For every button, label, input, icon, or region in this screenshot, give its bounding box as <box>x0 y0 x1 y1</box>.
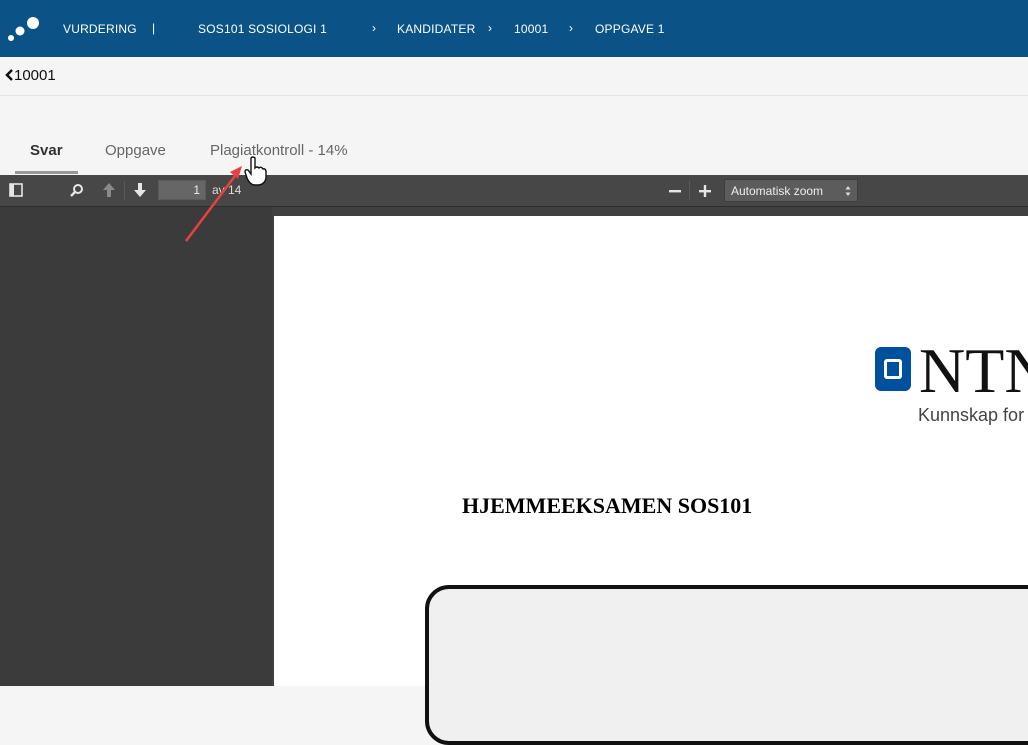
nav-kandidater[interactable]: KANDIDATER <box>397 22 475 36</box>
ntnu-logo-text: NTN <box>919 335 1028 406</box>
nav-separator: | <box>152 21 156 35</box>
zoom-select[interactable]: Automatisk zoom <box>724 179 858 202</box>
tab-plagiatkontroll[interactable]: Plagiatkontroll - 14% <box>210 142 348 159</box>
top-navigation-bar: VURDERING | SOS101 SOSIOLOGI 1 › KANDIDA… <box>0 0 1028 57</box>
nav-candidate[interactable]: 10001 <box>514 22 548 36</box>
select-arrows-icon <box>845 186 851 196</box>
nav-chevron-icon: › <box>372 21 376 35</box>
previous-page-icon[interactable] <box>102 182 116 198</box>
document-frame <box>425 585 1028 745</box>
tab-oppgave[interactable]: Oppgave <box>105 142 166 159</box>
nav-chevron-icon: › <box>488 21 492 35</box>
active-tab-indicator <box>15 171 78 174</box>
document-title: HJEMMEEKSAMEN SOS101 <box>462 493 753 518</box>
search-icon[interactable] <box>70 183 84 197</box>
sidebar-toggle-icon[interactable] <box>9 183 23 197</box>
sub-header: 10001 <box>0 57 1028 96</box>
zoom-select-value: Automatisk zoom <box>731 184 824 198</box>
nav-vurdering[interactable]: VURDERING <box>63 22 137 36</box>
toolbar-divider <box>124 181 125 200</box>
chevron-left-icon <box>5 69 13 81</box>
nav-course[interactable]: SOS101 SOSIOLOGI 1 <box>198 22 327 36</box>
tab-bar: Svar Oppgave Plagiatkontroll - 14% <box>0 96 1028 175</box>
back-link-label: 10001 <box>14 67 56 84</box>
toolbar-divider <box>689 181 690 200</box>
nav-chevron-icon: › <box>569 21 573 35</box>
pdf-toolbar <box>0 175 1028 207</box>
nav-oppgave[interactable]: OPPGAVE 1 <box>595 22 665 36</box>
hand-cursor-icon <box>244 156 267 186</box>
back-link[interactable]: 10001 <box>4 67 56 84</box>
app-logo-icon[interactable] <box>6 14 42 44</box>
ntnu-logo-mark <box>875 347 911 391</box>
pdf-sidebar <box>0 207 272 686</box>
ntnu-logo: NTN <box>875 339 1028 403</box>
zoom-in-icon[interactable] <box>698 184 712 198</box>
annotation-arrow-icon <box>185 166 242 242</box>
tab-svar[interactable]: Svar <box>30 142 63 159</box>
zoom-out-icon[interactable] <box>668 184 682 198</box>
next-page-icon[interactable] <box>133 182 147 198</box>
ntnu-tagline: Kunnskap for en <box>918 405 1028 425</box>
